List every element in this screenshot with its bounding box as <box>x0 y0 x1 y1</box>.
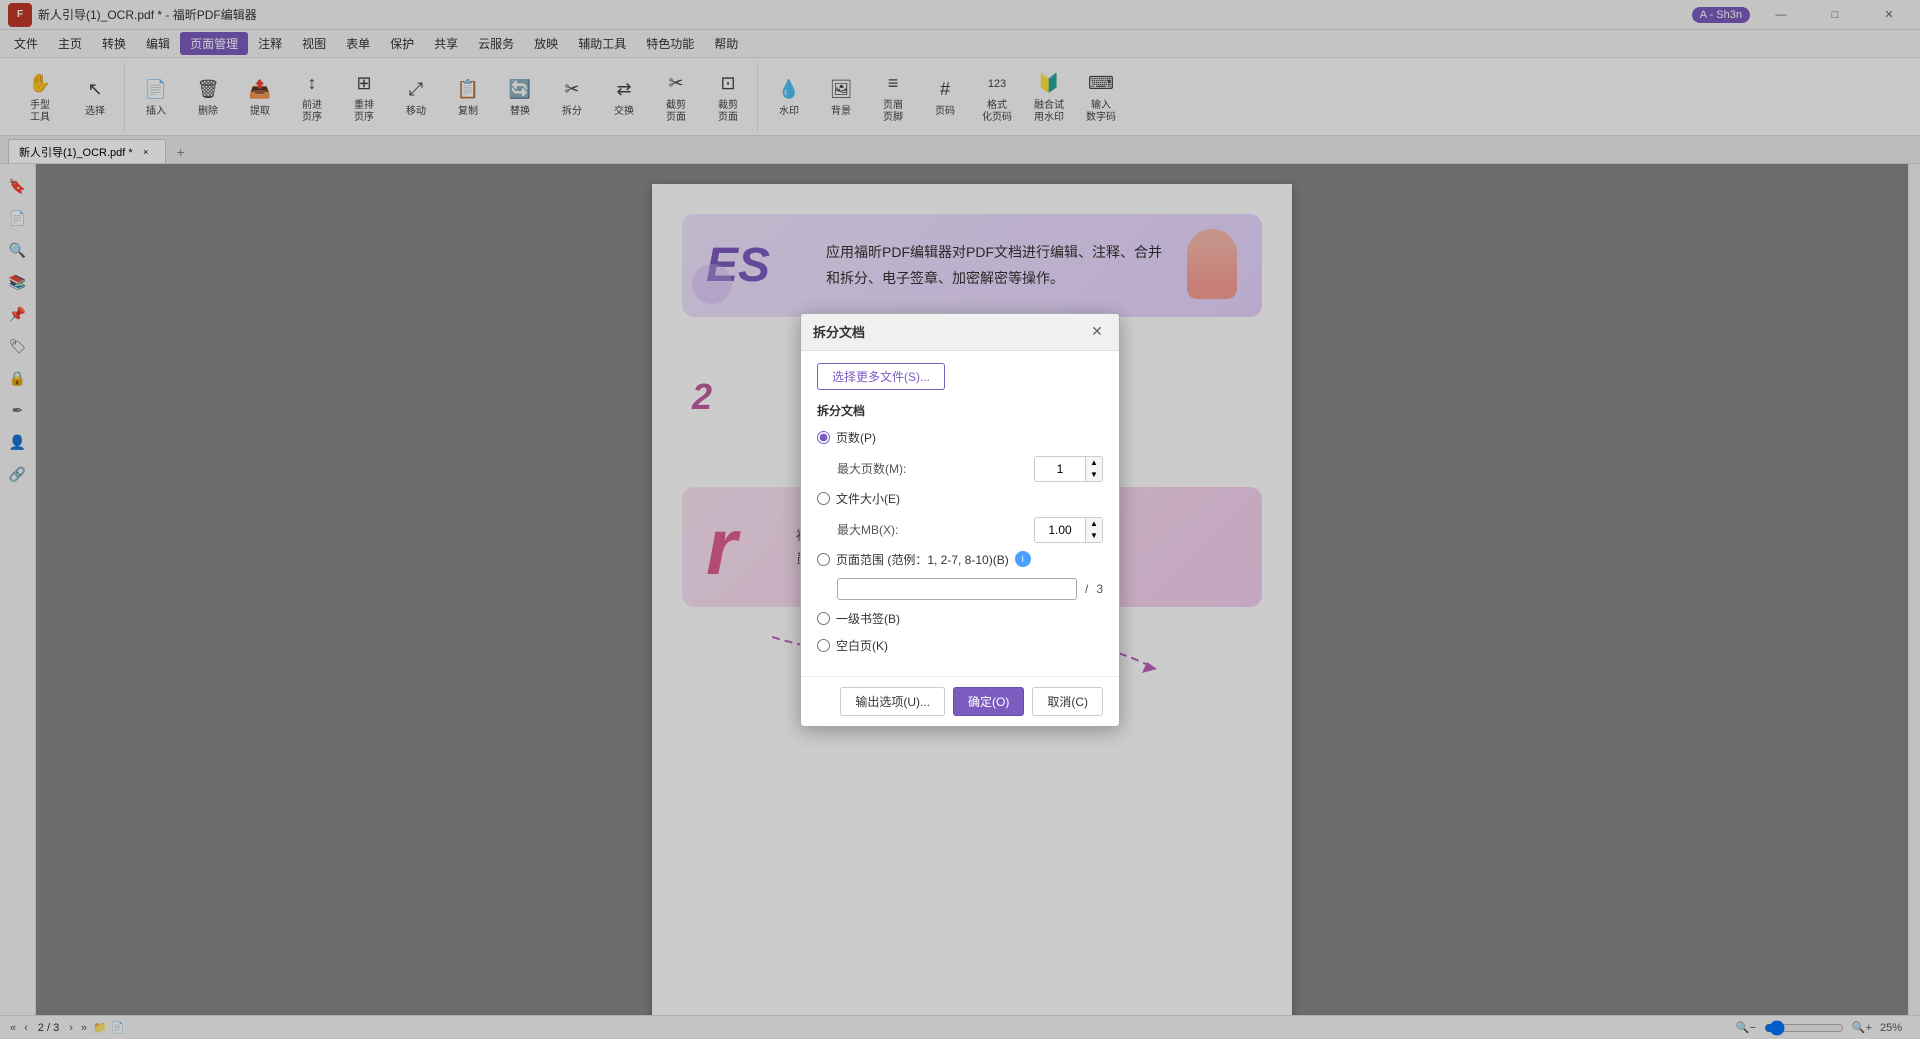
page-range-input[interactable] <box>837 578 1077 600</box>
max-mb-input[interactable] <box>1035 521 1085 539</box>
page-range-row: / 3 <box>837 578 1103 600</box>
page-total: 3 <box>1096 582 1103 596</box>
dialog-header: 拆分文档 ✕ <box>801 314 1119 351</box>
filesize-option-row: 文件大小(E) 最大MB(X): ▲ ▼ <box>817 490 1103 543</box>
dialog-close-button[interactable]: ✕ <box>1087 322 1107 342</box>
dialog-section-title: 拆分文档 <box>817 402 1103 419</box>
bookmark-radio[interactable] <box>817 612 830 625</box>
max-mb-down[interactable]: ▼ <box>1086 530 1102 542</box>
max-pages-spin-buttons: ▲ ▼ <box>1085 457 1102 481</box>
blankpage-radio-option: 空白页(K) <box>817 637 1103 654</box>
pagerange-option-row: 页面范围 (范例：1, 2-7, 8-10)(B) i / 3 <box>817 551 1103 600</box>
max-pages-label: 最大页数(M): <box>837 460 906 477</box>
pagerange-label[interactable]: 页面范围 (范例：1, 2-7, 8-10)(B) <box>836 551 1009 568</box>
max-pages-up[interactable]: ▲ <box>1086 457 1102 469</box>
max-mb-spin-buttons: ▲ ▼ <box>1085 518 1102 542</box>
max-pages-spinner: ▲ ▼ <box>1034 456 1103 482</box>
filesize-label[interactable]: 文件大小(E) <box>836 490 900 507</box>
select-files-button[interactable]: 选择更多文件(S)... <box>817 363 945 390</box>
bookmark-label[interactable]: 一级书签(B) <box>836 610 900 627</box>
pages-radio-option: 页数(P) <box>817 429 1103 446</box>
pagerange-info-icon[interactable]: i <box>1015 551 1031 567</box>
filesize-radio[interactable] <box>817 492 830 505</box>
confirm-button[interactable]: 确定(O) <box>953 687 1024 716</box>
max-pages-down[interactable]: ▼ <box>1086 469 1102 481</box>
max-mb-label: 最大MB(X): <box>837 521 898 538</box>
blankpage-label[interactable]: 空白页(K) <box>836 637 888 654</box>
max-mb-spinner: ▲ ▼ <box>1034 517 1103 543</box>
pagerange-radio[interactable] <box>817 553 830 566</box>
dialog-footer: 输出选项(U)... 确定(O) 取消(C) <box>801 676 1119 726</box>
blankpage-radio[interactable] <box>817 639 830 652</box>
pages-label[interactable]: 页数(P) <box>836 429 876 446</box>
page-range-separator: / <box>1085 582 1088 596</box>
max-mb-row: 最大MB(X): ▲ ▼ <box>837 517 1103 543</box>
max-pages-input[interactable] <box>1035 460 1085 478</box>
max-pages-row: 最大页数(M): ▲ ▼ <box>837 456 1103 482</box>
bookmark-radio-option: 一级书签(B) <box>817 610 1103 627</box>
output-options-button[interactable]: 输出选项(U)... <box>840 687 945 716</box>
cancel-button[interactable]: 取消(C) <box>1032 687 1103 716</box>
pagerange-radio-option: 页面范围 (范例：1, 2-7, 8-10)(B) i <box>817 551 1103 568</box>
dialog-body: 选择更多文件(S)... 拆分文档 页数(P) 最大页数(M): ▲ ▼ <box>801 351 1119 676</box>
max-mb-up[interactable]: ▲ <box>1086 518 1102 530</box>
filesize-radio-option: 文件大小(E) <box>817 490 1103 507</box>
dialog-title: 拆分文档 <box>813 322 865 341</box>
pages-radio[interactable] <box>817 431 830 444</box>
dialog-overlay: 拆分文档 ✕ 选择更多文件(S)... 拆分文档 页数(P) 最大页数(M): <box>0 0 1920 1039</box>
pages-option-row: 页数(P) 最大页数(M): ▲ ▼ <box>817 429 1103 482</box>
split-dialog: 拆分文档 ✕ 选择更多文件(S)... 拆分文档 页数(P) 最大页数(M): <box>800 313 1120 727</box>
